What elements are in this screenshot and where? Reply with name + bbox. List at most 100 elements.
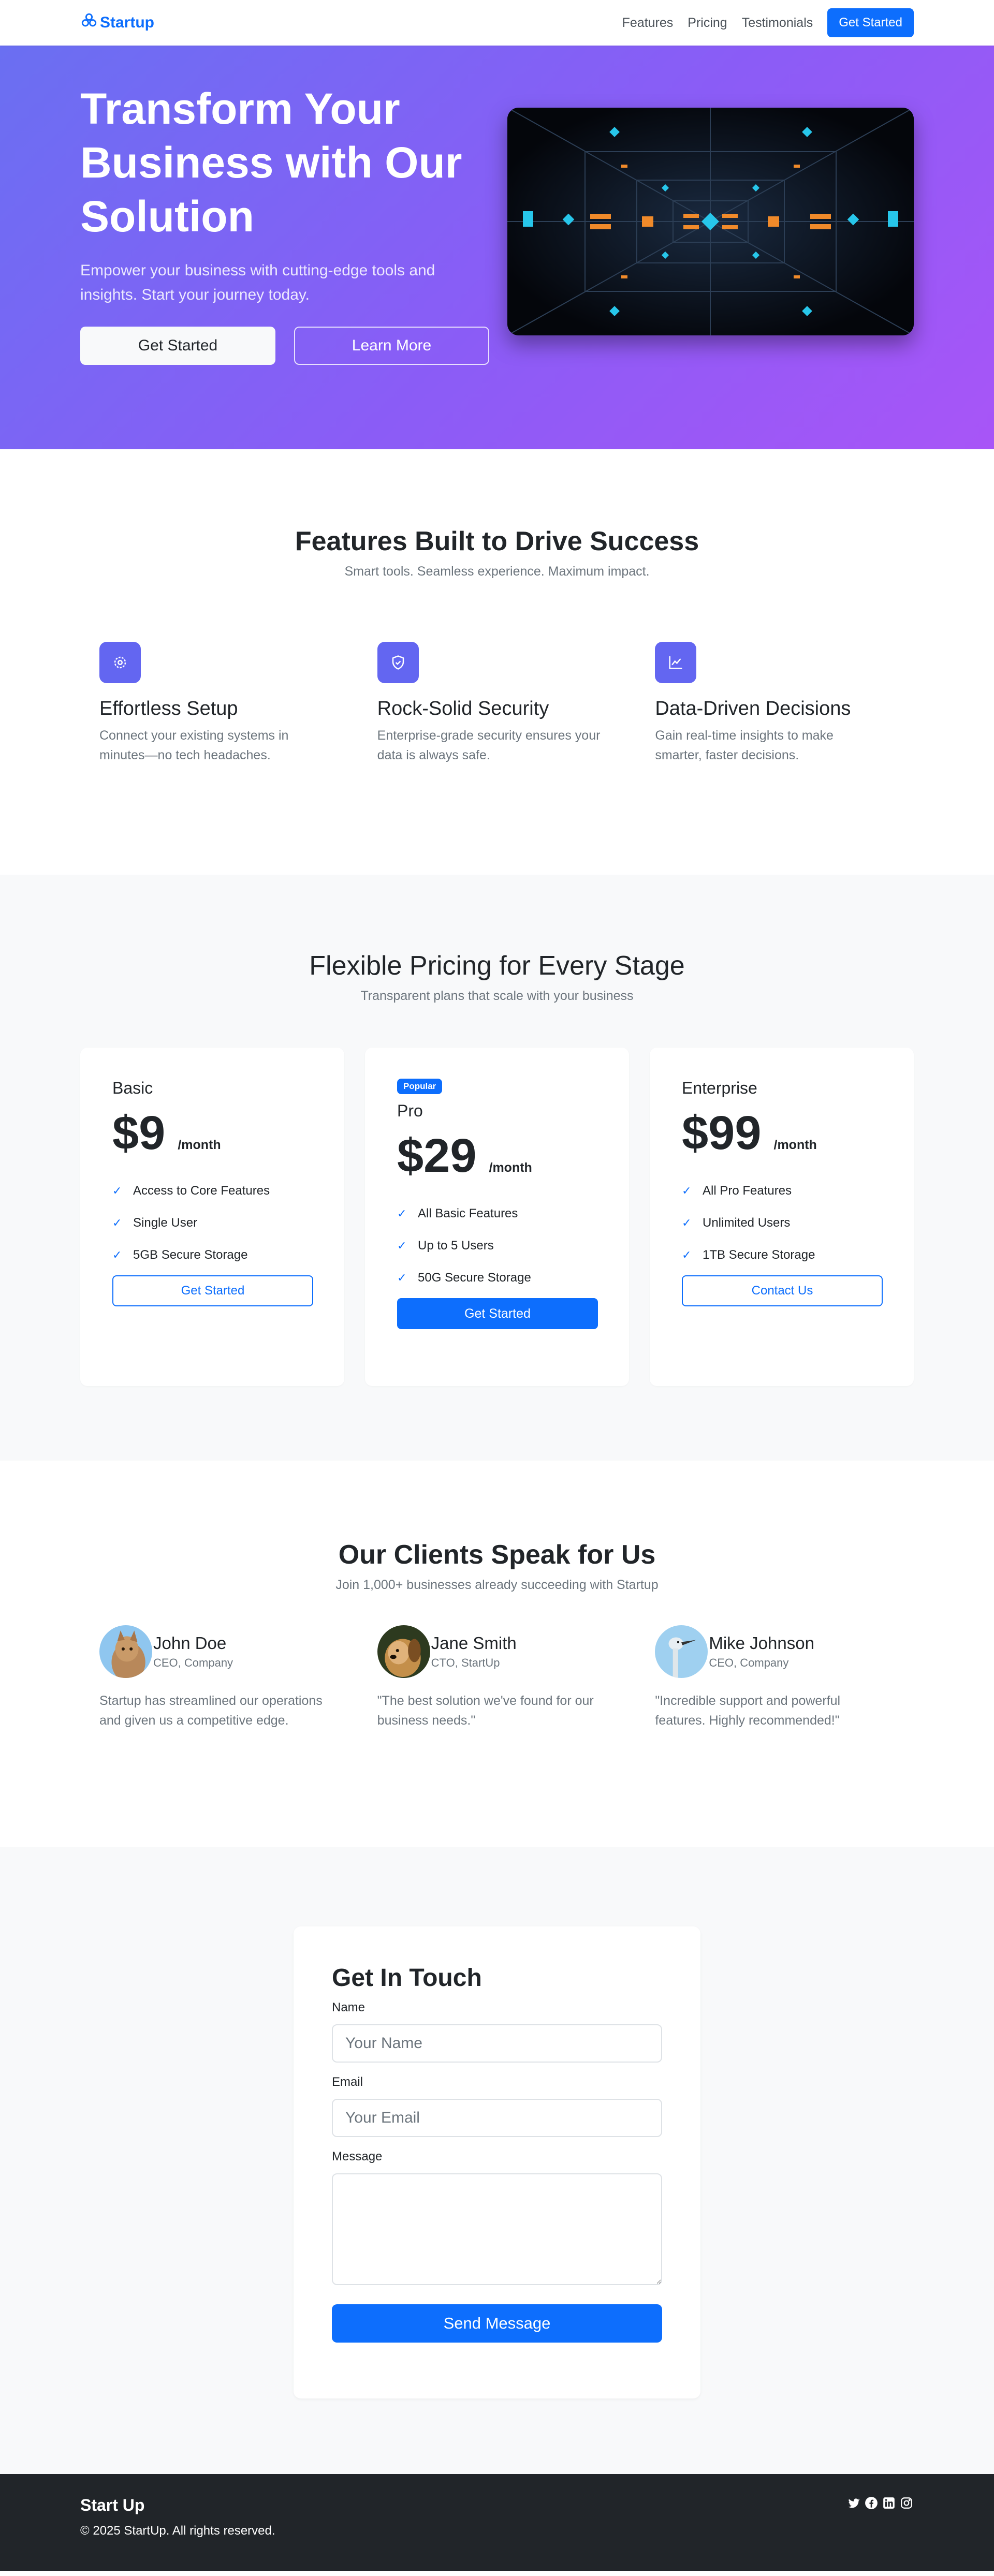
plan-feature-label: All Basic Features (418, 1206, 518, 1221)
nav-get-started-button[interactable]: Get Started (827, 8, 914, 37)
plan-feature: ✓ Up to 5 Users (397, 1230, 597, 1262)
plan-feature-label: 50G Secure Storage (418, 1271, 531, 1285)
hero-subtitle: Empower your business with cutting-edge … (80, 262, 435, 303)
send-message-button[interactable]: Send Message (332, 2304, 662, 2343)
plan-feature: ✓ 5GB Secure Storage (112, 1239, 312, 1271)
pricing-card-pro: Popular Pro $29 /month ✓ All Basic Featur… (365, 1048, 629, 1386)
plan-feature-list: ✓ All Basic Features ✓ Up to 5 Users ✓ 50G … (397, 1198, 597, 1294)
feature-title: Data-Driven Decisions (655, 698, 851, 719)
testimonials-subtitle: Join 1,000+ businesses already succeedin… (335, 1578, 659, 1592)
person-role: CEO, Company (153, 1656, 233, 1669)
linkedin-icon[interactable] (882, 2496, 896, 2510)
pricing-card-enterprise: Enterprise $99 /month ✓ All Pro Features … (650, 1048, 914, 1386)
plan-feature: ✓ All Basic Features (397, 1198, 597, 1230)
plan-name: Basic (112, 1079, 153, 1097)
features-subtitle: Smart tools. Seamless experience. Maximu… (344, 564, 650, 579)
plan-price: $29 (397, 1129, 477, 1182)
plan-feature: ✓ 50G Secure Storage (397, 1262, 597, 1294)
nav-link-testimonials[interactable]: Testimonials (742, 16, 813, 31)
person-info: John Doe CEO, Company (153, 1633, 233, 1670)
hero-section: Transform Your Business with Our Solutio… (0, 46, 994, 449)
pricing-subtitle: Transparent plans that scale with your b… (360, 989, 634, 1003)
person-info: Mike Johnson CEO, Company (709, 1633, 814, 1670)
nav-link-pricing[interactable]: Pricing (688, 16, 727, 31)
footer-copyright: © 2025 StartUp. All rights reserved. (80, 2524, 275, 2538)
plan-feature-label: Unlimited Users (703, 1216, 791, 1230)
check-icon: ✓ (112, 1216, 122, 1230)
feature-card: Effortless Setup Connect your existing s… (80, 642, 358, 765)
email-label: Email (332, 2075, 363, 2089)
testimonial-card: Jane Smith CTO, StartUp "The best soluti… (358, 1625, 636, 1730)
feature-text: Enterprise-grade security ensures your d… (377, 728, 601, 762)
hero-title: Transform Your Business with Our Solutio… (80, 84, 462, 241)
plan-name: Enterprise (682, 1079, 757, 1097)
testimonial-quote: "The best solution we've found for our b… (377, 1694, 594, 1728)
feature-text: Connect your existing systems in minutes… (99, 728, 289, 762)
message-textarea[interactable] (332, 2173, 662, 2285)
hero-learn-more-button[interactable]: Learn More (294, 327, 489, 365)
message-label: Message (332, 2150, 383, 2163)
check-icon: ✓ (397, 1271, 407, 1285)
avatar (99, 1625, 152, 1678)
feature-card: Data-Driven Decisions Gain real-time ins… (636, 642, 914, 765)
nav-links: Features Pricing Testimonials Get Starte… (622, 8, 914, 37)
nav-link-features[interactable]: Features (622, 16, 674, 31)
contact-section: Get In Touch Name Email Message Send Mes… (0, 1847, 994, 2474)
enterprise-contact-button[interactable]: Contact Us (682, 1275, 883, 1307)
check-icon: ✓ (397, 1207, 407, 1220)
plan-price: $9 (112, 1107, 166, 1159)
pricing-grid: Basic $9 /month ✓ Access to Core Features… (80, 1048, 914, 1386)
plan-price: $99 (682, 1107, 762, 1159)
avatar (377, 1625, 430, 1678)
testimonial-header: Mike Johnson CEO, Company (655, 1625, 914, 1678)
plan-feature-label: 1TB Secure Storage (703, 1248, 815, 1262)
email-input[interactable] (332, 2099, 662, 2137)
plan-feature: ✓ All Pro Features (682, 1175, 882, 1207)
plan-feature-label: Single User (133, 1216, 198, 1230)
features-section: Features Built to Drive Success Smart to… (0, 449, 994, 875)
pro-get-started-button[interactable]: Get Started (397, 1298, 598, 1330)
testimonial-quote: Startup has streamlined our operations a… (99, 1694, 323, 1728)
twitter-icon[interactable] (846, 2496, 861, 2510)
hero-buttons: Get Started Learn More (80, 327, 489, 365)
plan-feature: ✓ Unlimited Users (682, 1207, 882, 1239)
feature-card: Rock-Solid Security Enterprise-grade sec… (358, 642, 636, 765)
instagram-icon[interactable] (899, 2496, 914, 2510)
person-name: Jane Smith (431, 1633, 517, 1653)
check-icon: ✓ (682, 1248, 692, 1262)
person-role: CEO, Company (709, 1656, 789, 1669)
feature-grid: Effortless Setup Connect your existing s… (80, 642, 914, 765)
basic-get-started-button[interactable]: Get Started (112, 1275, 313, 1307)
pricing-section: Flexible Pricing for Every Stage Transpa… (0, 875, 994, 1461)
plan-feature-list: ✓ Access to Core Features ✓ Single User ✓ 5… (112, 1175, 312, 1271)
check-icon: ✓ (112, 1184, 122, 1198)
name-input[interactable] (332, 2024, 662, 2063)
testimonials-section: Our Clients Speak for Us Join 1,000+ bus… (0, 1461, 994, 1847)
person-name: Mike Johnson (709, 1633, 814, 1653)
popular-badge: Popular (397, 1079, 443, 1094)
shield-icon (377, 642, 419, 683)
pricing-title: Flexible Pricing for Every Stage (309, 951, 685, 981)
plan-feature: ✓ Access to Core Features (112, 1175, 312, 1207)
footer-brand: Start Up (80, 2496, 145, 2514)
pricing-card-basic: Basic $9 /month ✓ Access to Core Features… (80, 1048, 344, 1386)
plan-feature-label: Up to 5 Users (418, 1239, 494, 1253)
testimonial-header: John Doe CEO, Company (99, 1625, 358, 1678)
brand-link[interactable]: Startup (80, 12, 154, 34)
name-label: Name (332, 2000, 366, 2014)
price-row: $99 /month (682, 1107, 882, 1159)
check-icon: ✓ (682, 1184, 692, 1198)
hero-content: Transform Your Business with Our Solutio… (80, 82, 489, 365)
testimonial-header: Jane Smith CTO, StartUp (377, 1625, 636, 1678)
plan-feature-label: Access to Core Features (133, 1184, 270, 1198)
hero-get-started-button[interactable]: Get Started (80, 327, 275, 365)
contact-title: Get In Touch (332, 1964, 482, 1992)
plan-feature-label: All Pro Features (703, 1184, 792, 1198)
price-row: $29 /month (397, 1129, 597, 1182)
testimonial-quote: "Incredible support and powerful feature… (655, 1694, 841, 1728)
plan-name: Pro (397, 1101, 423, 1120)
facebook-icon[interactable] (864, 2496, 879, 2510)
price-row: $9 /month (112, 1107, 312, 1159)
plan-feature-list: ✓ All Pro Features ✓ Unlimited Users ✓ 1TB … (682, 1175, 882, 1271)
check-icon: ✓ (112, 1248, 122, 1262)
